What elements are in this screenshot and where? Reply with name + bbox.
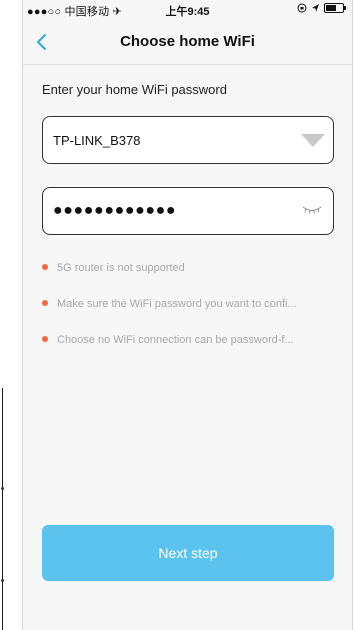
status-icons [297, 3, 346, 13]
wifi-ssid-select[interactable]: TP-LINK_B378 [42, 116, 334, 164]
tip-text: Make sure the WiFi password you want to … [57, 298, 297, 310]
lock-rotation-icon [297, 3, 307, 13]
phone-screen: ●●●○○ 中国移动 ✈ 上午9:45 Choose home WiFi Ent… [22, 0, 353, 630]
tip-text: Choose no WiFi connection can be passwor… [57, 334, 294, 346]
battery-icon [324, 3, 346, 13]
edge-marker [1, 487, 4, 490]
bullet-dot-icon [42, 264, 48, 271]
eye-closed-icon[interactable] [301, 202, 323, 216]
ssid-value: TP-LINK_B378 [53, 133, 141, 148]
tip-text: 5G router is not supported [57, 262, 185, 274]
edge-marker [1, 579, 4, 582]
dropdown-triangle-icon[interactable] [301, 134, 325, 147]
password-value: ●●●●●●●●●●●● [53, 202, 177, 219]
tip-item: Choose no WiFi connection can be passwor… [42, 334, 294, 346]
navigation-bar: Choose home WiFi [23, 20, 352, 65]
tip-item: 5G router is not supported [42, 262, 185, 274]
page-title: Choose home WiFi [120, 33, 255, 50]
status-bar: ●●●○○ 中国移动 ✈ 上午9:45 [23, 0, 352, 20]
frame-edge-line [2, 388, 3, 630]
instruction-label: Enter your home WiFi password [42, 82, 227, 97]
tip-item: Make sure the WiFi password you want to … [42, 298, 297, 310]
bullet-dot-icon [42, 300, 48, 307]
location-arrow-icon [312, 4, 319, 12]
bullet-dot-icon [42, 336, 48, 343]
next-step-button[interactable]: Next step [42, 525, 334, 581]
wifi-password-input[interactable]: ●●●●●●●●●●●● [42, 187, 334, 235]
